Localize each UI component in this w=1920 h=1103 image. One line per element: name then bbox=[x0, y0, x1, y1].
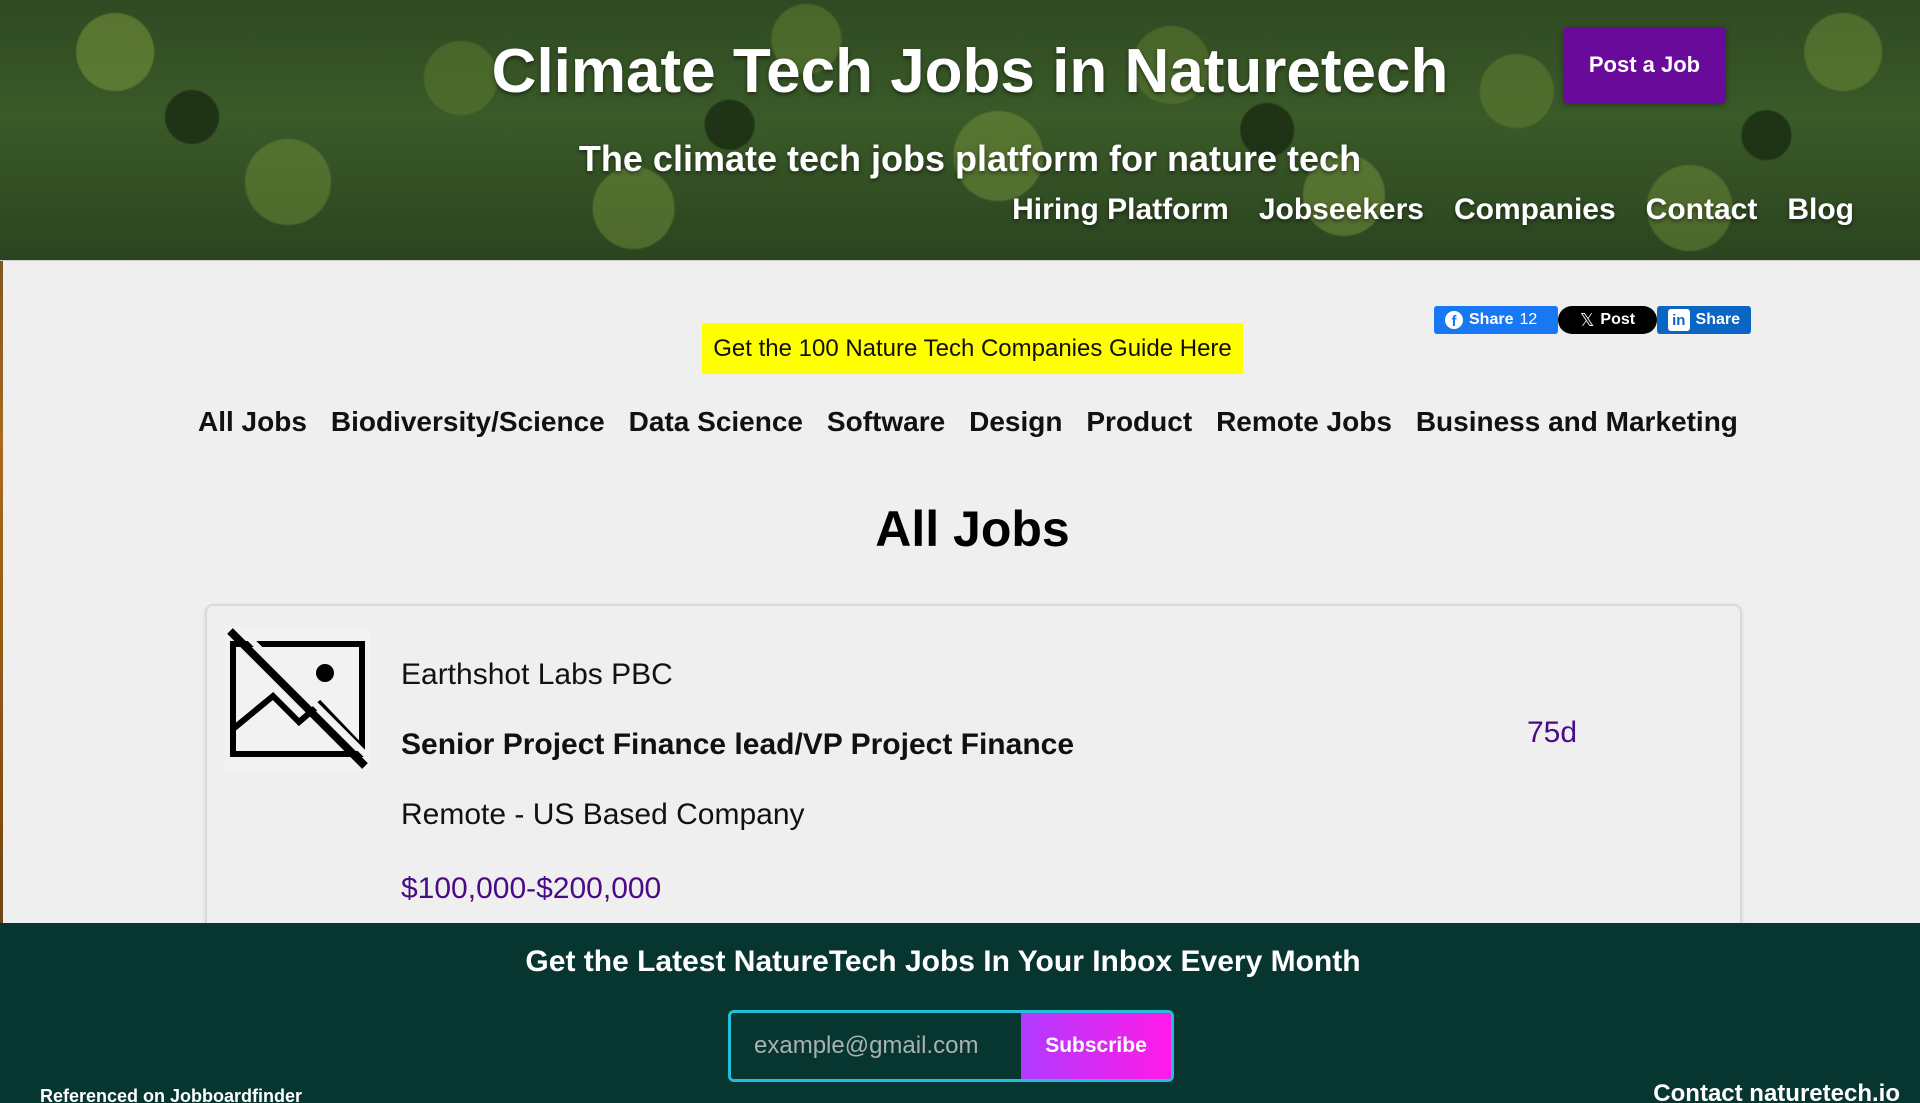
x-post-label: Post bbox=[1600, 311, 1636, 328]
newsletter-title: Get the Latest NatureTech Jobs In Your I… bbox=[525, 945, 1361, 978]
facebook-share-button[interactable]: f Share 12 bbox=[1434, 306, 1558, 334]
nav-blog[interactable]: Blog bbox=[1787, 193, 1854, 227]
nav-contact[interactable]: Contact bbox=[1646, 193, 1758, 227]
newsletter-footer: Get the Latest NatureTech Jobs In Your I… bbox=[0, 923, 1920, 1103]
x-post-button[interactable]: 𝕏 Post bbox=[1558, 306, 1657, 334]
category-data-science[interactable]: Data Science bbox=[629, 406, 803, 438]
job-title-link[interactable]: Senior Project Finance lead/VP Project F… bbox=[401, 728, 1074, 762]
facebook-share-count: 12 bbox=[1519, 311, 1538, 328]
companies-guide-banner[interactable]: Get the 100 Nature Tech Companies Guide … bbox=[702, 323, 1243, 374]
hero-header: Climate Tech Jobs in Naturetech The clim… bbox=[0, 0, 1920, 261]
x-icon: 𝕏 bbox=[1579, 309, 1595, 330]
job-location: Remote - US Based Company bbox=[401, 798, 805, 831]
category-design[interactable]: Design bbox=[969, 406, 1062, 438]
job-company: Earthshot Labs PBC bbox=[401, 658, 673, 691]
subscribe-button[interactable]: Subscribe bbox=[1021, 1013, 1171, 1079]
category-product[interactable]: Product bbox=[1086, 406, 1192, 438]
facebook-icon: f bbox=[1445, 311, 1463, 329]
category-business-marketing[interactable]: Business and Marketing bbox=[1416, 406, 1738, 438]
linkedin-icon: in bbox=[1668, 309, 1690, 331]
contact-footer-link[interactable]: Contact naturetech.io bbox=[1653, 1080, 1900, 1103]
post-job-button[interactable]: Post a Job bbox=[1563, 27, 1726, 103]
nav-companies[interactable]: Companies bbox=[1454, 193, 1616, 227]
section-title: All Jobs bbox=[875, 501, 1070, 557]
share-buttons: f Share 12 𝕏 Post in Share bbox=[1434, 306, 1751, 334]
email-input[interactable] bbox=[731, 1013, 1021, 1079]
linkedin-share-label: Share bbox=[1695, 311, 1740, 328]
jobboardfinder-link[interactable]: Referenced on Jobboardfinder bbox=[40, 1086, 302, 1103]
subscribe-form: Subscribe bbox=[728, 1010, 1174, 1082]
category-biodiversity-science[interactable]: Biodiversity/Science bbox=[331, 406, 605, 438]
linkedin-share-button[interactable]: in Share bbox=[1657, 306, 1751, 334]
job-posted-age: 75d bbox=[1527, 716, 1578, 749]
image-missing-icon bbox=[227, 626, 378, 769]
job-salary: $100,000-$200,000 bbox=[401, 872, 662, 905]
nav-jobseekers[interactable]: Jobseekers bbox=[1259, 193, 1424, 227]
site-subtitle: The climate tech jobs platform for natur… bbox=[578, 138, 1362, 179]
category-nav: All Jobs Biodiversity/Science Data Scien… bbox=[198, 406, 1738, 438]
main-nav: Hiring Platform Jobseekers Companies Con… bbox=[1012, 193, 1854, 227]
company-logo bbox=[225, 626, 378, 771]
category-remote-jobs[interactable]: Remote Jobs bbox=[1216, 406, 1392, 438]
facebook-share-label: Share bbox=[1469, 311, 1514, 328]
nav-hiring-platform[interactable]: Hiring Platform bbox=[1012, 193, 1229, 227]
category-software[interactable]: Software bbox=[827, 406, 945, 438]
category-all-jobs[interactable]: All Jobs bbox=[198, 406, 307, 438]
